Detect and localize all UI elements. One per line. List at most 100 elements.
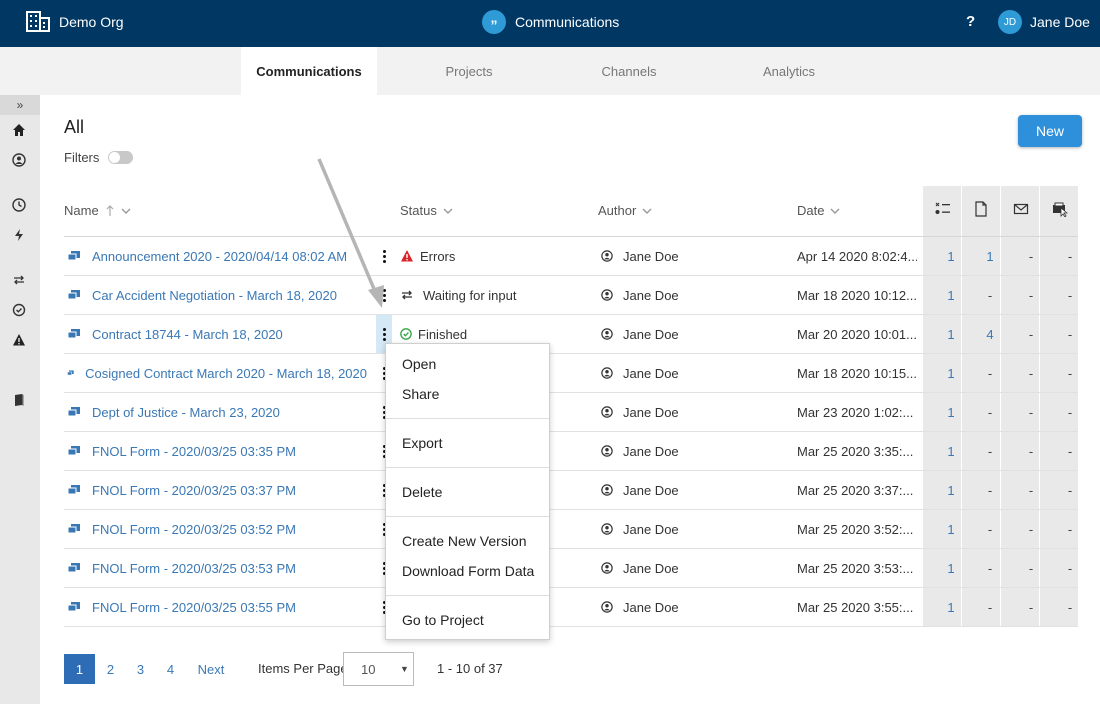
checklist-icon[interactable]	[935, 201, 951, 217]
name-cell[interactable]: FNOL Form - 2020/03/25 03:52 PM	[67, 510, 367, 548]
annotation-arrow	[317, 158, 384, 308]
warning-icon[interactable]	[10, 331, 28, 349]
date-cell: Mar 25 2020 3:37:...	[797, 482, 914, 498]
communication-name-link[interactable]: Car Accident Negotiation - March 18, 202…	[92, 288, 337, 303]
count-cell[interactable]: 1	[946, 393, 956, 431]
table-row[interactable]: FNOL Form - 2020/03/25 03:53 PM Jane Doe M…	[64, 549, 1078, 588]
communication-name-link[interactable]: FNOL Form - 2020/03/25 03:52 PM	[92, 522, 296, 537]
count-cell[interactable]: 1	[946, 237, 956, 275]
page-2-button[interactable]: 2	[95, 654, 126, 684]
exchange-icon[interactable]	[10, 271, 28, 289]
user-circle-icon	[601, 601, 613, 613]
menu-divider	[386, 467, 549, 468]
author-name: Jane Doe	[623, 482, 679, 498]
name-cell[interactable]: FNOL Form - 2020/03/25 03:35 PM	[67, 432, 367, 470]
count-cell[interactable]: 1	[946, 354, 956, 392]
page-3-button[interactable]: 3	[125, 654, 156, 684]
author-cell: Jane Doe	[601, 276, 791, 314]
new-button[interactable]: New	[1018, 115, 1082, 147]
tab-channels[interactable]: Channels	[561, 47, 697, 95]
count-cell[interactable]: 1	[946, 276, 956, 314]
tab-analytics[interactable]: Analytics	[721, 47, 857, 95]
count-cell[interactable]: 4	[985, 315, 995, 353]
count-cell[interactable]: 1	[985, 237, 995, 275]
home-icon[interactable]	[10, 121, 28, 139]
count-cell[interactable]: 1	[946, 315, 956, 353]
table-row[interactable]: FNOL Form - 2020/03/25 03:37 PM Jane Doe M…	[64, 471, 1078, 510]
date-cell: Mar 18 2020 10:15...	[797, 365, 917, 381]
column-header-author-label: Author	[598, 203, 637, 218]
column-header-status[interactable]: Status	[400, 203, 453, 218]
communication-name-link[interactable]: FNOL Form - 2020/03/25 03:35 PM	[92, 444, 296, 459]
menu-divider	[386, 595, 549, 596]
user-circle-icon[interactable]	[10, 151, 28, 169]
tab-projects[interactable]: Projects	[401, 47, 537, 95]
name-cell[interactable]: Cosigned Contract March 2020 - March 18,…	[67, 354, 367, 392]
items-per-page-select[interactable]: 10 ▼	[343, 652, 414, 686]
page-4-button[interactable]: 4	[155, 654, 186, 684]
column-header-author[interactable]: Author	[598, 203, 652, 218]
table-row[interactable]: FNOL Form - 2020/03/25 03:52 PM Jane Doe M…	[64, 510, 1078, 549]
count-cell: -	[1067, 287, 1073, 303]
count-cell[interactable]: 1	[946, 510, 956, 548]
communication-name-link[interactable]: FNOL Form - 2020/03/25 03:37 PM	[92, 483, 296, 498]
count-cell[interactable]: 1	[946, 549, 956, 587]
author-name: Jane Doe	[623, 521, 679, 537]
name-cell[interactable]: FNOL Form - 2020/03/25 03:53 PM	[67, 549, 367, 587]
help-button[interactable]: ?	[966, 13, 975, 30]
user-menu[interactable]: JD Jane Doe	[998, 10, 1090, 34]
lightning-icon[interactable]	[10, 226, 28, 244]
communication-name-link[interactable]: Dept of Justice - March 23, 2020	[92, 405, 280, 420]
communication-name-link[interactable]: FNOL Form - 2020/03/25 03:55 PM	[92, 600, 296, 615]
count-cell: -	[1067, 404, 1073, 420]
menu-item-share[interactable]: Share	[402, 386, 439, 402]
menu-item-go-to-project[interactable]: Go to Project	[402, 612, 484, 628]
count-cell[interactable]: 1	[946, 432, 956, 470]
clock-icon[interactable]	[10, 196, 28, 214]
table-row[interactable]: Announcement 2020 - 2020/04/14 08:02 AM E…	[64, 237, 1078, 276]
communication-name-link[interactable]: FNOL Form - 2020/03/25 03:53 PM	[92, 561, 296, 576]
communication-name-link[interactable]: Cosigned Contract March 2020 - March 18,…	[85, 366, 367, 381]
check-circle-icon[interactable]	[10, 301, 28, 319]
name-cell[interactable]: Dept of Justice - March 23, 2020	[67, 393, 367, 431]
document-icon[interactable]	[973, 201, 989, 217]
table-row[interactable]: Dept of Justice - March 23, 2020 Jane Doe…	[64, 393, 1078, 432]
count-cell: -	[987, 482, 993, 498]
count-cell[interactable]: 1	[946, 588, 956, 626]
communication-name-link[interactable]: Announcement 2020 - 2020/04/14 08:02 AM	[92, 249, 347, 264]
print-cursor-icon[interactable]	[1052, 201, 1068, 217]
name-cell[interactable]: Contract 18744 - March 18, 2020	[67, 315, 367, 353]
expand-sidebar-button[interactable]: »	[0, 95, 40, 115]
tab-communications[interactable]: Communications	[241, 47, 377, 95]
next-page-button[interactable]: Next	[191, 654, 231, 684]
name-cell[interactable]: FNOL Form - 2020/03/25 03:55 PM	[67, 588, 367, 626]
column-header-date[interactable]: Date	[797, 203, 840, 218]
book-icon[interactable]	[10, 391, 28, 409]
communication-icon	[67, 329, 80, 339]
menu-item-delete[interactable]: Delete	[402, 484, 442, 500]
menu-item-open[interactable]: Open	[402, 356, 436, 372]
items-per-page-label: Items Per Page	[258, 661, 348, 676]
table-row[interactable]: FNOL Form - 2020/03/25 03:55 PM Jane Doe M…	[64, 588, 1078, 627]
org-switcher[interactable]: Demo Org	[26, 11, 124, 32]
menu-item-export[interactable]: Export	[402, 435, 442, 451]
date-cell: Mar 25 2020 3:52:...	[797, 521, 914, 537]
exchange-icon	[402, 290, 412, 300]
menu-item-create-new-version[interactable]: Create New Version	[402, 533, 527, 549]
communication-icon	[67, 290, 80, 300]
count-cell: -	[987, 521, 993, 537]
name-cell[interactable]: FNOL Form - 2020/03/25 03:37 PM	[67, 471, 367, 509]
error-icon	[401, 250, 413, 262]
page-1-button[interactable]: 1	[64, 654, 95, 684]
communication-name-link[interactable]: Contract 18744 - March 18, 2020	[92, 327, 283, 342]
app-title-label: Communications	[515, 14, 620, 30]
table-row[interactable]: FNOL Form - 2020/03/25 03:35 PM Jane Doe M…	[64, 432, 1078, 471]
filters-toggle[interactable]	[108, 151, 134, 164]
menu-item-download-form-data[interactable]: Download Form Data	[402, 563, 534, 579]
table-row[interactable]: Cosigned Contract March 2020 - March 18,…	[64, 354, 1078, 393]
email-icon[interactable]	[1013, 201, 1029, 217]
column-header-name[interactable]: Name	[64, 203, 131, 218]
count-cell[interactable]: 1	[946, 471, 956, 509]
table-row[interactable]: Car Accident Negotiation - March 18, 202…	[64, 276, 1078, 315]
table-row[interactable]: Contract 18744 - March 18, 2020 Finished J…	[64, 315, 1078, 354]
